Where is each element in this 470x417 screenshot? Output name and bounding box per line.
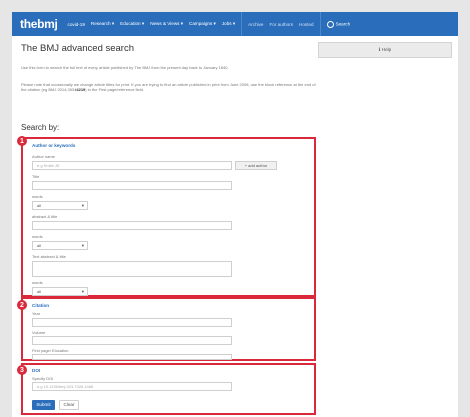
submit-button[interactable]: Submit [32, 400, 55, 410]
section-number-badge: 1 [17, 136, 27, 146]
nav-item-archive[interactable]: Archive [248, 22, 263, 27]
chevron-down-icon: ▾ [81, 289, 84, 294]
text-words-select[interactable]: all ▾ [32, 287, 88, 296]
author-name-label: Author name [32, 154, 55, 159]
section-title: DOI [32, 368, 41, 373]
nav-item-campaigns[interactable]: Campaigns ▾ [189, 21, 216, 27]
help-button[interactable]: ℹ Help [318, 42, 452, 58]
select-value: all [37, 243, 42, 248]
title-input[interactable] [32, 181, 232, 190]
text-abstract-title-input[interactable] [32, 261, 232, 277]
words-label: words [32, 280, 43, 285]
intro-note-post: ) in the First page/reference field. [85, 87, 144, 93]
intro-note-bold: i4219 [75, 87, 86, 93]
nav-item-research[interactable]: Research ▾ [91, 21, 114, 27]
words-label: words [32, 234, 43, 239]
words-label: words [32, 194, 43, 199]
section-title: Author or keywords [32, 143, 76, 148]
nav-item-news-views[interactable]: News & Views ▾ [150, 21, 183, 27]
clear-button[interactable]: Clear [59, 400, 79, 410]
nav-item-covid[interactable]: covid-19 [68, 22, 85, 27]
nav-item-education[interactable]: Education ▾ [120, 21, 144, 27]
abstract-words-select[interactable]: all ▾ [32, 241, 88, 250]
volume-input[interactable] [32, 336, 232, 345]
nav-item-for-authors[interactable]: For authors [270, 22, 294, 27]
section-author-keywords: 1 Author or keywords Author name e.g Smi… [17, 136, 316, 297]
nav-item-hosted[interactable]: Hosted [299, 22, 314, 27]
search-by-heading: Search by: [21, 123, 60, 132]
nav-divider [319, 12, 321, 36]
specify-doi-label: Specify DOI [32, 376, 54, 381]
year-input[interactable] [32, 318, 232, 327]
chevron-down-icon: ▾ [81, 243, 84, 248]
title-label: Title [32, 174, 40, 179]
top-navigation: thebmj covid-19 Research ▾ Education ▾ N… [12, 12, 458, 36]
author-name-input[interactable]: e.g Smith JE [32, 161, 232, 170]
intro-text: Use this form to search the full text of… [21, 65, 229, 70]
section-title: Citation [32, 303, 50, 308]
doi-input[interactable]: e.g 10.1136/bmj.323.7326.1468 [32, 382, 232, 391]
page: thebmj covid-19 Research ▾ Education ▾ N… [12, 12, 458, 417]
search-icon [326, 20, 334, 28]
chevron-down-icon: ▾ [81, 203, 84, 208]
title-words-select[interactable]: all ▾ [32, 201, 88, 210]
abstract-title-input[interactable] [32, 221, 232, 230]
nav-search-label: Search [335, 21, 351, 27]
volume-label: Volume [32, 330, 46, 335]
abstract-title-label: abstract & title [32, 214, 58, 219]
section-citation: 2 Citation Year Volume First page/ Eloca… [17, 297, 316, 361]
intro-note-pre: Please note that occasionally we change … [21, 82, 316, 93]
first-page-input[interactable] [32, 354, 232, 360]
bmj-logo[interactable]: thebmj [20, 17, 58, 31]
section-number-badge: 2 [17, 300, 27, 310]
nav-divider [241, 12, 243, 36]
nav-search-button[interactable]: Search [326, 20, 351, 28]
section-doi: 3 DOI Specify DOI e.g 10.1136/bmj.323.73… [17, 363, 316, 415]
section-number-badge: 3 [17, 365, 27, 375]
first-page-label: First page/ Elocation [32, 348, 69, 353]
select-value: all [37, 289, 42, 294]
add-author-button[interactable]: + add author [235, 161, 277, 170]
select-value: all [37, 203, 42, 208]
text-abstract-title-label: Text abstract & title [32, 254, 66, 259]
page-title: The BMJ advanced search [21, 43, 135, 54]
intro-note: Please note that occasionally we change … [21, 82, 321, 93]
year-label: Year [32, 311, 41, 316]
nav-item-jobs[interactable]: Jobs ▾ [222, 21, 235, 27]
